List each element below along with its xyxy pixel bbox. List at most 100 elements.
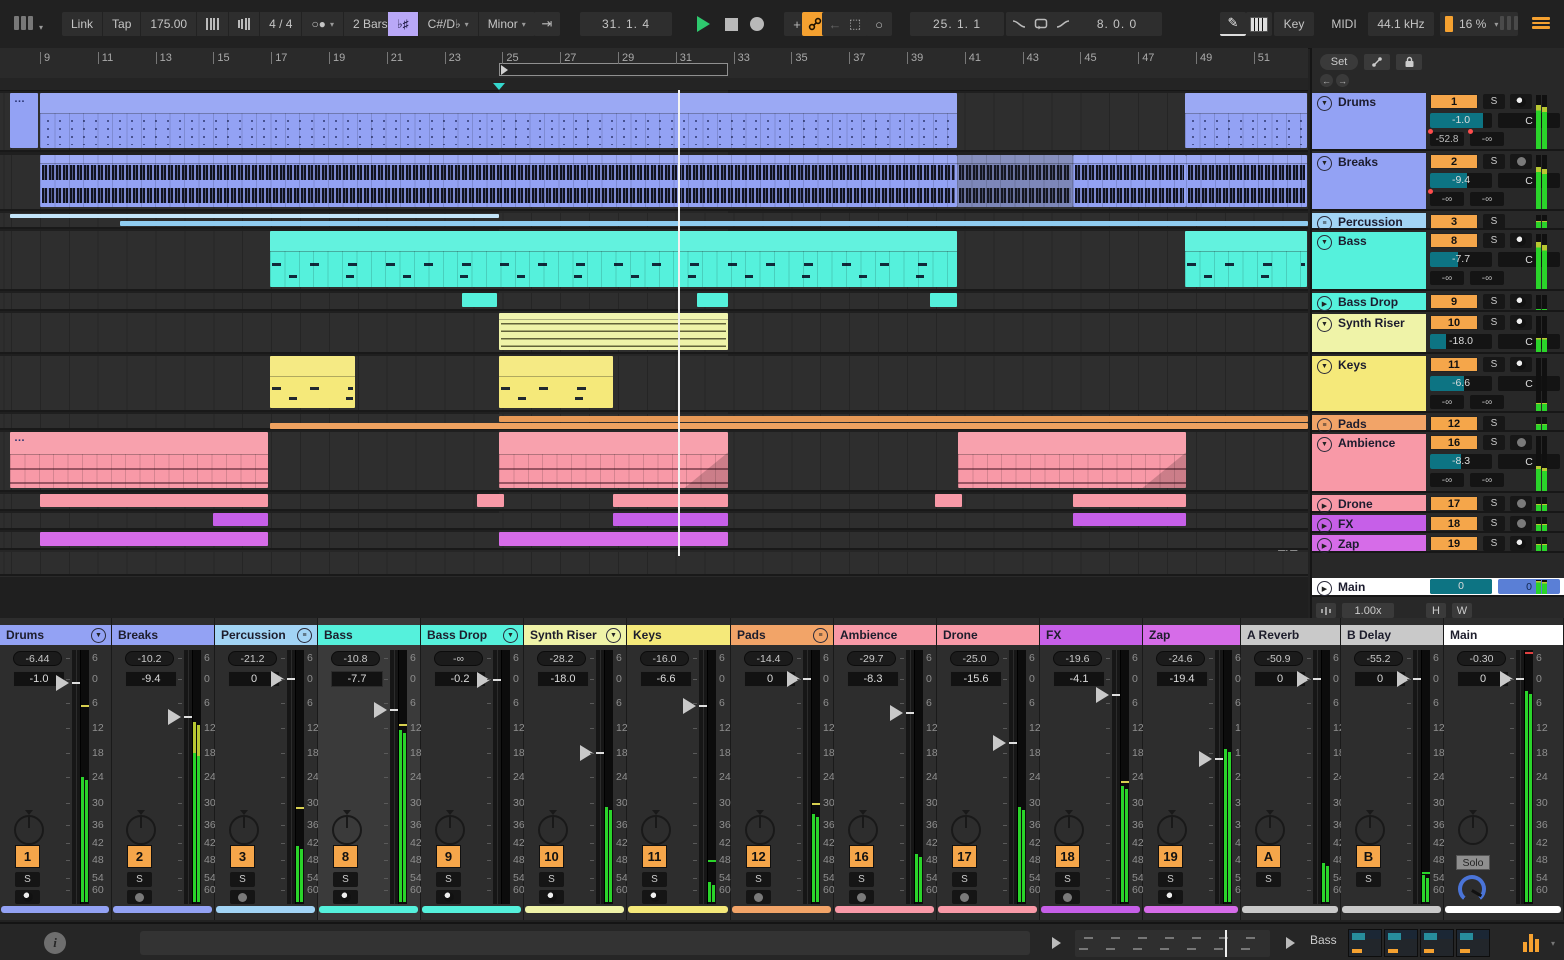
monitor-icon[interactable]: [436, 890, 461, 904]
clip[interactable]: [270, 231, 957, 287]
pan-knob[interactable]: [1157, 815, 1187, 845]
strip-solo-button[interactable]: S: [849, 872, 874, 887]
pan-knob[interactable]: [126, 815, 156, 845]
send-field[interactable]: -∞: [1430, 473, 1464, 487]
track-header-ambience[interactable]: ▼ Ambience 16 S -8.3 C -∞ -∞: [1312, 434, 1564, 493]
clip[interactable]: [499, 313, 728, 350]
strip-header[interactable]: FX: [1040, 625, 1142, 645]
track-name-block[interactable]: ▼ Breaks: [1312, 153, 1426, 209]
arm-record-icon[interactable]: [746, 890, 771, 904]
zoom-level-field[interactable]: 1.00x: [1342, 603, 1394, 618]
peak-level-display[interactable]: -24.6: [1156, 651, 1205, 666]
fader-handle[interactable]: [168, 709, 181, 726]
clip[interactable]: [120, 221, 1308, 226]
track-number-badge[interactable]: 18: [1430, 516, 1478, 531]
strip-number-badge[interactable]: 19: [1158, 845, 1183, 868]
lock-icon[interactable]: [1396, 54, 1422, 70]
track-pan-field[interactable]: C: [1498, 173, 1560, 188]
track-pan-field[interactable]: C: [1498, 113, 1560, 128]
strip-number-badge[interactable]: 8: [333, 845, 358, 868]
solo-button[interactable]: S: [1483, 214, 1505, 229]
track-name-block[interactable]: ▼ Synth Riser: [1312, 314, 1426, 352]
nudge-down-button[interactable]: [197, 12, 229, 36]
track-number-badge[interactable]: 8: [1430, 233, 1478, 248]
monitor-icon[interactable]: [1510, 94, 1532, 109]
strip-solo-button[interactable]: S: [1055, 872, 1080, 887]
strip-number-badge[interactable]: 9: [436, 845, 461, 868]
peak-level-display[interactable]: -16.0: [640, 651, 689, 666]
fader-lane[interactable]: [287, 650, 296, 904]
track-header-bass[interactable]: ▼ Bass 8 S -7.7 C -∞ -∞: [1312, 232, 1564, 291]
clip[interactable]: …: [10, 432, 268, 488]
track-name-block[interactable]: ▼ Ambience: [1312, 434, 1426, 491]
strip-number-badge[interactable]: B: [1356, 845, 1381, 868]
clip[interactable]: [40, 93, 957, 148]
peak-level-display[interactable]: -6.44: [13, 651, 62, 666]
solo-button[interactable]: S: [1483, 154, 1505, 169]
clip[interactable]: [930, 293, 957, 307]
strip-number-badge[interactable]: 1: [15, 845, 40, 868]
track-number-badge[interactable]: 1: [1430, 94, 1478, 109]
track-number-badge[interactable]: 10: [1430, 315, 1478, 330]
clip[interactable]: [935, 494, 962, 507]
unfold-icon[interactable]: ▶: [1317, 538, 1332, 553]
strip-header[interactable]: Ambience: [834, 625, 936, 645]
track-name-block[interactable]: ▼ Drums: [1312, 93, 1426, 149]
device-chain-thumbnail[interactable]: [1348, 929, 1490, 957]
fader-meter-block[interactable]: [390, 650, 407, 904]
monitor-icon[interactable]: [1158, 890, 1183, 904]
track-name-block[interactable]: ▶ FX: [1312, 515, 1426, 533]
mixer-strip-pads[interactable]: Pads ≡ -14.4 0 6 0 6 12 18 24 30 36 42 48 54 60 12 S: [731, 618, 835, 920]
unfold-icon[interactable]: ▼: [1317, 156, 1332, 171]
track-lane-drums[interactable]: …: [0, 93, 1308, 152]
track-pan-field[interactable]: C: [1498, 334, 1560, 349]
fader-lane[interactable]: [803, 650, 812, 904]
strip-solo-button[interactable]: S: [1356, 872, 1381, 887]
track-lane-percussion[interactable]: [0, 213, 1308, 229]
tap-tempo-button[interactable]: Tap: [103, 12, 142, 36]
clip[interactable]: [613, 494, 728, 507]
strip-solo-button[interactable]: S: [230, 872, 255, 887]
clip[interactable]: [40, 532, 268, 546]
fader-meter-block[interactable]: [1313, 650, 1330, 904]
fader-lane[interactable]: [596, 650, 605, 904]
arm-record-icon[interactable]: [127, 890, 152, 904]
strip-header[interactable]: Drone: [937, 625, 1039, 645]
strip-number-badge[interactable]: 11: [642, 845, 667, 868]
track-number-badge[interactable]: 12: [1430, 416, 1478, 431]
track-header-breaks[interactable]: ▼ Breaks 2 S -9.4 C -∞ -∞: [1312, 153, 1564, 211]
group-icon[interactable]: ≡: [297, 627, 312, 643]
fader-handle[interactable]: [374, 702, 387, 719]
pan-knob[interactable]: [1054, 815, 1084, 845]
fader-lane[interactable]: [1215, 650, 1224, 904]
clip[interactable]: [270, 356, 355, 408]
fader-value-field[interactable]: -8.3: [847, 671, 899, 687]
unfold-icon[interactable]: ▼: [1317, 317, 1332, 332]
peak-level-display[interactable]: -21.2: [228, 651, 277, 666]
playhead[interactable]: [678, 90, 680, 556]
track-lane-keys[interactable]: [0, 356, 1308, 412]
clip[interactable]: [499, 532, 728, 546]
monitor-icon[interactable]: [1510, 315, 1532, 330]
fader-value-field[interactable]: -7.7: [331, 671, 383, 687]
track-header-drums[interactable]: ▼ Drums 1 S -1.0 C -52.8 -∞: [1312, 93, 1564, 151]
solo-button[interactable]: S: [1483, 357, 1505, 372]
send-field[interactable]: -∞: [1470, 271, 1504, 285]
track-pan-field[interactable]: C: [1498, 454, 1560, 469]
clip[interactable]: [499, 416, 1308, 422]
strip-number-badge[interactable]: 3: [230, 845, 255, 868]
pan-knob[interactable]: [1255, 815, 1285, 845]
pan-knob[interactable]: [745, 815, 775, 845]
zoom-height-button[interactable]: H: [1426, 603, 1446, 618]
track-header-zap[interactable]: ▶ Zap 19 S: [1312, 535, 1564, 553]
track-name-block[interactable]: ▶ Bass Drop: [1312, 293, 1426, 311]
solo-button[interactable]: S: [1483, 516, 1505, 531]
strip-number-badge[interactable]: A: [1256, 845, 1281, 868]
menu-icon[interactable]: [1532, 15, 1550, 31]
strip-header[interactable]: Drums ▼: [0, 625, 111, 645]
clip[interactable]: [499, 356, 613, 408]
strip-solo-button[interactable]: S: [15, 872, 40, 887]
track-volume-field[interactable]: -8.3: [1430, 454, 1492, 469]
arm-record-icon[interactable]: [1510, 154, 1532, 169]
track-header-pads[interactable]: ≡ Pads 12 S: [1312, 415, 1564, 433]
